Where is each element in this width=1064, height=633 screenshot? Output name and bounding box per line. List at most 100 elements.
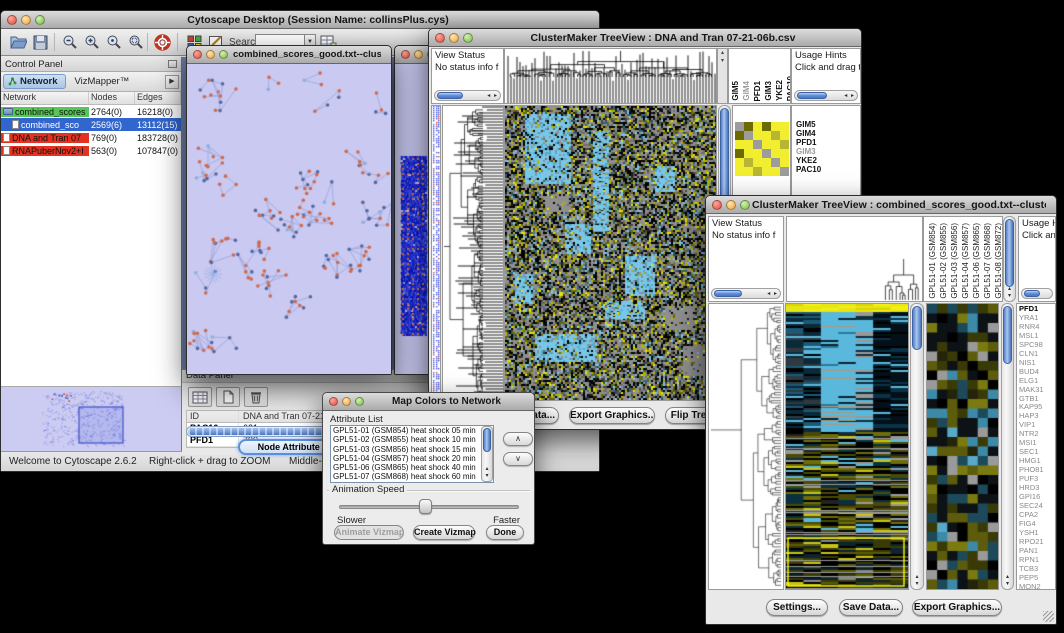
scroll-thumb[interactable] — [1005, 219, 1014, 287]
col-nodes[interactable]: Nodes — [89, 92, 135, 104]
network-row[interactable]: DNA and Tran 07769(0)183728(0) — [1, 131, 181, 144]
cluster-row-label[interactable]: GIM3 — [796, 147, 860, 156]
column-dendrogram-canvas[interactable] — [505, 49, 716, 103]
column-dendrogram-canvas[interactable] — [787, 217, 922, 301]
attribute-select-button[interactable] — [188, 387, 212, 407]
dialog-titlebar[interactable]: Map Colors to Network — [323, 393, 534, 411]
scroll-arrows[interactable]: ▴▾ — [482, 466, 492, 480]
array-vscrollbar[interactable]: ▴▾ — [1003, 216, 1016, 302]
export-graphics-button[interactable]: Export Graphics... — [569, 407, 655, 424]
birdseye-canvas[interactable] — [1, 387, 180, 451]
array-label[interactable]: GPL51-06 (GSM865) — [971, 223, 982, 299]
zoom-heatmap-panel[interactable] — [926, 303, 999, 590]
close-button[interactable] — [712, 200, 722, 210]
zoom-in-icon[interactable] — [83, 33, 101, 51]
splitter-arrows[interactable]: ▴▾ — [717, 48, 728, 104]
close-button[interactable] — [401, 50, 410, 59]
scroll-thumb[interactable] — [912, 306, 922, 350]
view-status-scrollbar[interactable]: ◂ ▸ — [434, 90, 501, 101]
treeview1-titlebar[interactable]: ClusterMaker TreeView : DNA and Tran 07-… — [429, 29, 861, 47]
minimize-button[interactable] — [449, 33, 459, 43]
save-button[interactable] — [31, 33, 49, 51]
heatmap-canvas[interactable] — [786, 304, 908, 589]
scroll-thumb[interactable] — [1003, 306, 1012, 364]
col-edges[interactable]: Edges — [135, 92, 181, 104]
resize-grip[interactable] — [1043, 611, 1054, 622]
move-down-button[interactable]: ∨ — [503, 452, 533, 466]
cluster-row-label[interactable]: YKE2 — [796, 156, 860, 165]
scroll-thumb[interactable] — [483, 428, 491, 452]
cluster-row-label[interactable]: GIM4 — [796, 129, 860, 138]
gene-list-scrollbar[interactable]: ▴▾ — [1001, 303, 1014, 590]
zoom-button[interactable] — [355, 397, 364, 406]
heatmap-panel[interactable] — [785, 303, 909, 590]
scroll-arrows[interactable]: ▴▾ — [1004, 286, 1015, 300]
cluster-column-label[interactable]: PFD1 — [753, 81, 763, 101]
scroll-arrows[interactable]: ◂ ▸ — [487, 91, 498, 100]
zoom-selected-icon[interactable] — [105, 33, 123, 51]
close-button[interactable] — [193, 50, 202, 59]
network-row[interactable]: combined_sco2569(6)13112(15) — [1, 118, 181, 131]
zoom-button[interactable] — [219, 50, 228, 59]
zoom-button[interactable] — [740, 200, 750, 210]
close-button[interactable] — [329, 397, 338, 406]
tab-vizmapper[interactable]: VizMapper™ — [70, 75, 133, 88]
done-button[interactable]: Done — [486, 525, 524, 540]
array-label[interactable]: GPL51-03 (GSM856) — [949, 223, 960, 299]
array-label[interactable]: GPL51-02 (GSM855) — [938, 223, 949, 299]
network-row[interactable]: RNAPuberNov2+I563(0)107847(0) — [1, 144, 181, 157]
delete-attribute-button[interactable] — [244, 387, 268, 407]
column-dendrogram-panel[interactable] — [504, 48, 717, 104]
global-overview-strip[interactable] — [431, 105, 441, 401]
treeview2-titlebar[interactable]: ClusterMaker TreeView : combined_scores_… — [706, 196, 1056, 214]
minimize-button[interactable] — [21, 15, 31, 25]
minimize-button[interactable] — [342, 397, 351, 406]
col-id[interactable]: ID — [187, 411, 239, 422]
zoom-button[interactable] — [35, 15, 45, 25]
zoom-heatmap-canvas[interactable] — [927, 304, 998, 589]
save-data-button[interactable]: Save Data... — [839, 599, 903, 616]
move-up-button[interactable]: ∧ — [503, 432, 533, 446]
zoom-out-icon[interactable] — [61, 33, 79, 51]
cluster-row-label[interactable]: PFD1 — [796, 138, 860, 147]
scroll-arrows[interactable]: ◂ ▸ — [767, 289, 778, 298]
cluster-column-label[interactable]: GIM3 — [764, 81, 774, 101]
usage-hints-scrollbar[interactable]: ◂ ▸ — [794, 90, 858, 101]
minimize-button[interactable] — [726, 200, 736, 210]
scroll-arrows[interactable]: ▴▾ — [1002, 574, 1013, 588]
birdseye-view[interactable] — [1, 387, 181, 451]
attribute-list-item[interactable]: GPL51-04 (GSM857) heat shock 20 min — [331, 454, 493, 463]
network-row[interactable]: combined_scores2764(0)16218(0) — [1, 105, 181, 118]
view-status-scrollbar[interactable]: ◂ ▸ — [711, 288, 781, 299]
array-label[interactable]: GPL51-08 (GSM872) — [993, 223, 1003, 299]
animate-vizmap-button[interactable]: Animate Vizmap — [334, 525, 404, 540]
create-vizmap-button[interactable]: Create Vizmap — [413, 525, 475, 540]
float-panel-icon[interactable] — [168, 60, 177, 68]
col-network[interactable]: Network — [1, 92, 89, 104]
cluster-column-label[interactable]: YKE2 — [775, 80, 785, 101]
row-dendrogram-canvas[interactable] — [443, 106, 503, 400]
row-dendrogram-panel[interactable] — [442, 105, 504, 401]
heatmap-vscrollbar[interactable]: ▴▾ — [910, 303, 924, 590]
attribute-list-item[interactable]: GPL51-06 (GSM865) heat shock 40 min — [331, 463, 493, 472]
minimize-button[interactable] — [414, 50, 423, 59]
main-titlebar[interactable]: Cytoscape Desktop (Session Name: collins… — [1, 11, 599, 29]
export-graphics-button[interactable]: Export Graphics... — [912, 599, 1002, 616]
array-label[interactable]: GPL51-07 (GSM868) — [982, 223, 993, 299]
column-dendrogram-panel[interactable] — [786, 216, 923, 302]
scroll-thumb[interactable] — [1024, 290, 1040, 297]
slider-thumb[interactable] — [419, 499, 432, 514]
heatmap-canvas[interactable] — [505, 106, 716, 400]
scroll-arrows[interactable]: ◂ ▸ — [844, 91, 855, 100]
gene-label[interactable]: MON2 — [1019, 583, 1055, 590]
scroll-thumb[interactable] — [714, 290, 742, 297]
cluster-mini-heatmap[interactable] — [735, 122, 789, 176]
zoom-button[interactable] — [463, 33, 473, 43]
network1-titlebar[interactable]: combined_scores_good.txt--cluste... — [187, 46, 391, 64]
cluster-column-label[interactable]: GIM5 — [731, 81, 741, 101]
help-lifering-icon[interactable] — [153, 33, 171, 51]
tab-overflow-arrow[interactable]: ▶ — [165, 75, 179, 89]
new-attribute-button[interactable] — [216, 387, 240, 407]
heatmap-panel[interactable] — [504, 105, 717, 401]
cluster-row-label[interactable]: GIM5 — [796, 120, 860, 129]
